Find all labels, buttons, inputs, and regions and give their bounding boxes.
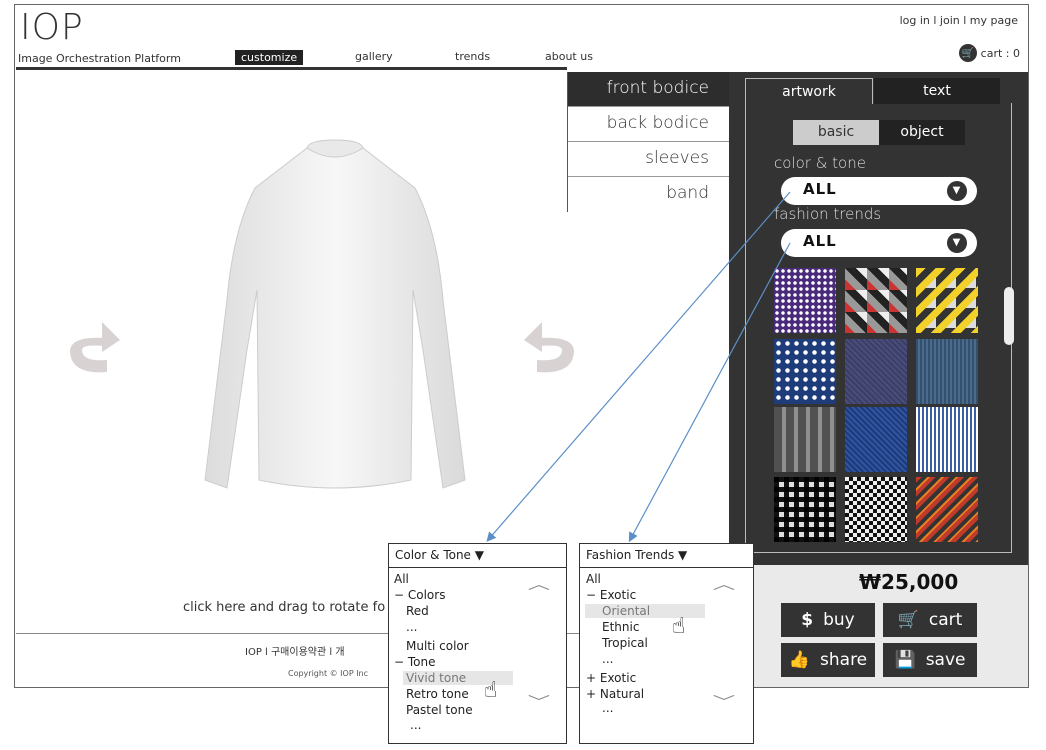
option-multi-color[interactable]: Multi color (406, 639, 469, 653)
group-natural[interactable]: + Natural (586, 687, 644, 701)
option-tropical[interactable]: Tropical (602, 636, 648, 650)
scroll-down-icon[interactable]: ﹀ (713, 692, 735, 712)
scroll-up-icon[interactable]: ︿ (713, 574, 735, 594)
more-exotic: ... (602, 652, 614, 666)
fashion-trends-dropdown[interactable]: Fashion Trends ▼ All − Exotic Oriental E… (579, 543, 754, 744)
group-exotic-collapsed[interactable]: + Exotic (586, 671, 636, 685)
more-colors: ... (406, 620, 418, 634)
fashion-trends-dropdown-title: Fashion Trends ▼ (580, 544, 753, 568)
more-tones: ... (410, 718, 422, 732)
pointer-hand-icon: ☝ (484, 678, 498, 703)
group-colors[interactable]: − Colors (394, 588, 445, 602)
group-tone[interactable]: − Tone (394, 655, 436, 669)
option-all[interactable]: All (586, 572, 601, 586)
color-tone-dropdown[interactable]: Color & Tone ▼ All − Colors Red ... Mult… (388, 543, 567, 744)
option-all[interactable]: All (394, 572, 409, 586)
more-groups: ... (602, 701, 614, 715)
group-exotic[interactable]: − Exotic (586, 588, 636, 602)
pointer-hand-icon: ☝ (672, 614, 686, 639)
option-red[interactable]: Red (406, 604, 429, 618)
option-ethnic[interactable]: Ethnic (602, 620, 639, 634)
option-oriental[interactable]: Oriental (585, 604, 705, 618)
option-pastel-tone[interactable]: Pastel tone (406, 703, 473, 717)
scroll-down-icon[interactable]: ﹀ (528, 692, 550, 712)
color-tone-dropdown-title: Color & Tone ▼ (389, 544, 566, 568)
scroll-up-icon[interactable]: ︿ (528, 574, 550, 594)
option-retro-tone[interactable]: Retro tone (406, 687, 469, 701)
